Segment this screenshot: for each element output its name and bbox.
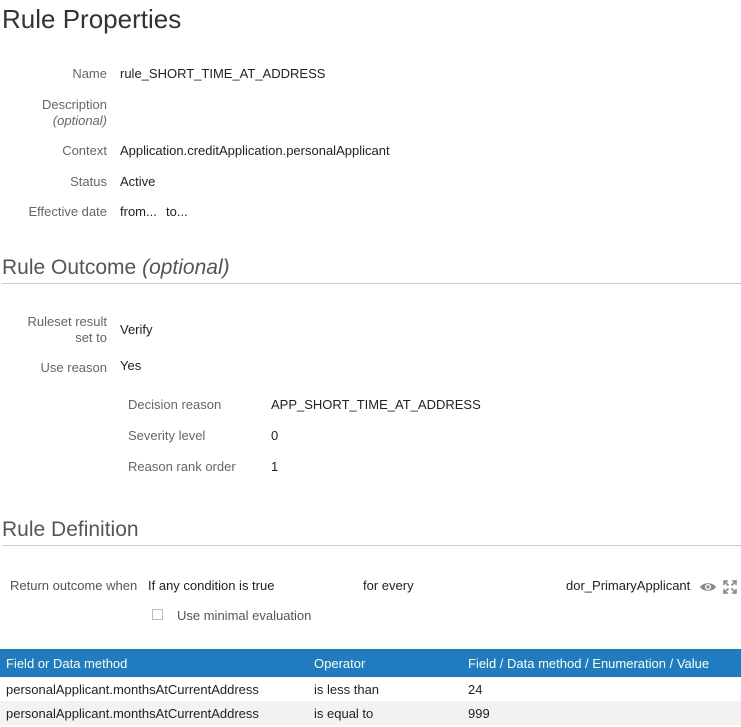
ruleset-result-label-line1: Ruleset result [27, 314, 107, 329]
description-optional: (optional) [52, 113, 107, 128]
rule-outcome-divider [2, 283, 741, 284]
row-operator: is equal to [308, 701, 462, 725]
description-label: Description (optional) [0, 97, 107, 129]
eye-icon-svg [700, 583, 716, 591]
ruleset-result-label: Ruleset result set to [0, 314, 107, 346]
conditions-header-row: Field or Data method Operator Field / Da… [0, 649, 741, 677]
return-outcome-label: Return outcome when [10, 578, 138, 593]
minimal-evaluation-checkbox[interactable] [152, 609, 163, 620]
effective-to[interactable]: to... [166, 204, 188, 219]
table-row[interactable]: personalApplicant.monthsAtCurrentAddress… [0, 701, 741, 725]
name-label: Name [72, 66, 107, 81]
effective-from[interactable]: from... [120, 204, 157, 219]
rule-definition-title: Rule Definition [2, 518, 139, 541]
col-value-header: Field / Data method / Enumeration / Valu… [462, 649, 741, 677]
expand-icon[interactable] [722, 579, 738, 595]
col-field-header: Field or Data method [0, 649, 308, 677]
name-value: rule_SHORT_TIME_AT_ADDRESS [120, 66, 326, 81]
conditions-table: Field or Data method Operator Field / Da… [0, 649, 741, 725]
rule-outcome-title-text: Rule Outcome [2, 256, 137, 279]
minimal-evaluation-label: Use minimal evaluation [177, 608, 312, 623]
status-label: Status [70, 174, 107, 189]
rule-outcome-title: Rule Outcome (optional) [2, 256, 230, 280]
page-title: Rule Properties [2, 4, 182, 34]
context-label: Context [62, 143, 107, 158]
effective-date-label: Effective date [28, 204, 107, 219]
use-reason-value: Yes [120, 358, 142, 373]
for-every-label: for every [363, 578, 414, 593]
col-operator-header: Operator [308, 649, 462, 677]
rule-outcome-optional: (optional) [142, 256, 230, 279]
context-value: Application.creditApplication.personalAp… [120, 143, 390, 158]
decision-reason-value: APP_SHORT_TIME_AT_ADDRESS [271, 397, 481, 412]
row-field: personalApplicant.monthsAtCurrentAddress [0, 701, 308, 725]
expand-icon-svg [723, 580, 737, 594]
description-label-text: Description [41, 97, 107, 112]
use-reason-label: Use reason [40, 360, 107, 375]
severity-level-label: Severity level [128, 428, 206, 443]
severity-level-value: 0 [271, 428, 279, 443]
condition-mode-select[interactable]: If any condition is true [148, 578, 274, 593]
decision-reason-label: Decision reason [128, 397, 222, 412]
eye-icon[interactable] [699, 579, 716, 595]
row-value: 24 [468, 681, 483, 697]
rule-definition-divider [2, 545, 741, 546]
reason-rank-label: Reason rank order [128, 459, 236, 474]
ruleset-result-label-line2: set to [75, 330, 107, 345]
row-field: personalApplicant.monthsAtCurrentAddress [6, 681, 259, 697]
target-entity-select[interactable]: dor_PrimaryApplicant [566, 578, 690, 593]
row-value: 999 [462, 701, 741, 725]
row-operator: is less than [314, 681, 380, 697]
ruleset-result-value: Verify [120, 322, 153, 337]
table-row[interactable]: personalApplicant.monthsAtCurrentAddress… [0, 677, 741, 701]
status-value: Active [120, 174, 156, 189]
reason-rank-value: 1 [271, 459, 279, 474]
